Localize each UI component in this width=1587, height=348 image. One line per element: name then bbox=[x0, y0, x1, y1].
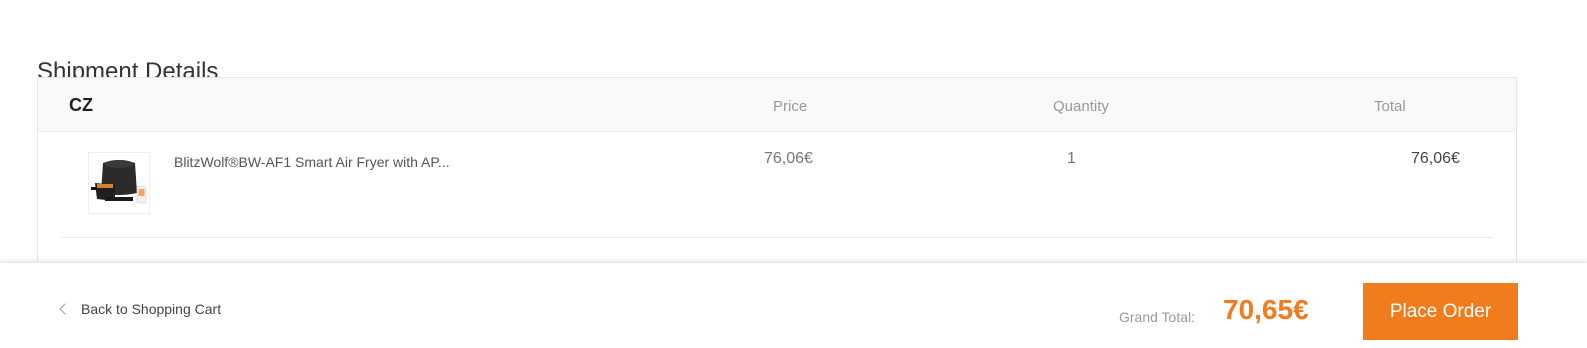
product-total: 76,06€ bbox=[1411, 150, 1460, 167]
shipment-details-box: CZ Price Quantity Total BlitzWolf®BW-AF1… bbox=[37, 77, 1517, 277]
place-order-button[interactable]: Place Order bbox=[1363, 283, 1518, 340]
product-name[interactable]: BlitzWolf®BW-AF1 Smart Air Fryer with AP… bbox=[174, 154, 450, 170]
header-quantity: Quantity bbox=[1053, 98, 1109, 115]
product-price: 76,06€ bbox=[764, 150, 813, 167]
header-total: Total bbox=[1374, 98, 1406, 115]
product-quantity: 1 bbox=[1067, 150, 1076, 167]
air-fryer-product-image bbox=[89, 153, 149, 213]
product-thumbnail[interactable] bbox=[88, 152, 150, 214]
chevron-left-icon bbox=[59, 303, 71, 315]
back-to-cart-link[interactable]: Back to Shopping Cart bbox=[59, 301, 221, 317]
header-price: Price bbox=[773, 98, 808, 115]
shipment-country: CZ bbox=[69, 95, 93, 115]
back-to-cart-label: Back to Shopping Cart bbox=[81, 301, 222, 317]
table-row: BlitzWolf®BW-AF1 Smart Air Fryer with AP… bbox=[38, 132, 1516, 239]
checkout-footer: Back to Shopping Cart Grand Total: 70,65… bbox=[0, 262, 1587, 348]
shipment-header: CZ Price Quantity Total bbox=[38, 78, 1516, 132]
row-divider bbox=[62, 237, 1492, 238]
grand-total-label: Grand Total: bbox=[1119, 309, 1196, 325]
grand-total-value: 70,65€ bbox=[1223, 294, 1309, 325]
